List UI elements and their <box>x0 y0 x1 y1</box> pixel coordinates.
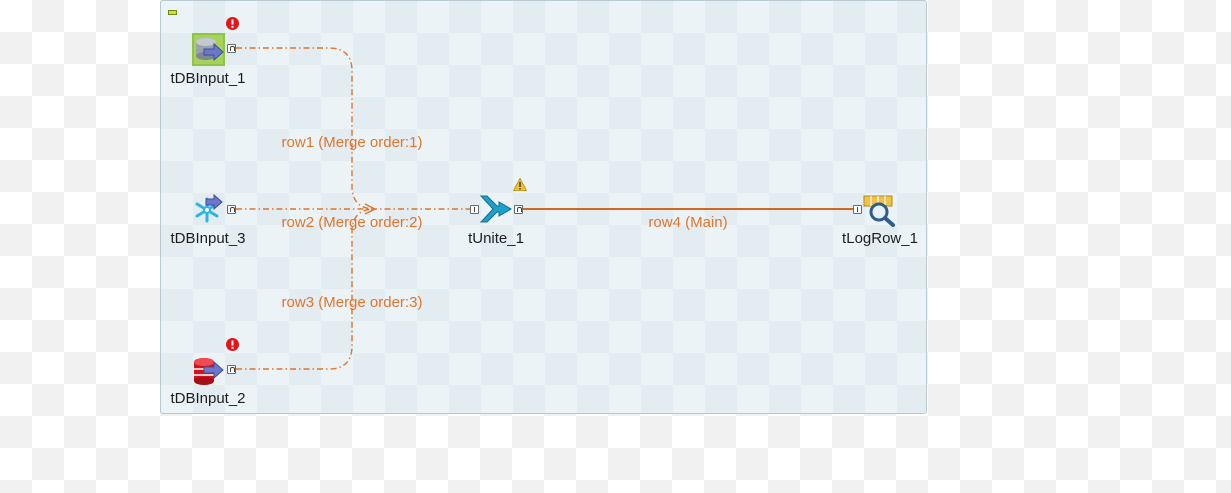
output-port-tdbinput-2[interactable] <box>227 365 236 374</box>
link-row1[interactable] <box>236 47 376 210</box>
component-tunite-1[interactable] <box>479 192 513 226</box>
error-icon <box>226 338 239 351</box>
error-icon <box>226 17 239 30</box>
output-port-tdbinput-3[interactable] <box>227 205 236 214</box>
output-port-tunite-1[interactable] <box>514 205 523 214</box>
component-tdbinput-1[interactable] <box>192 33 225 66</box>
connections-layer <box>236 47 853 370</box>
link-row3[interactable] <box>236 208 376 370</box>
link-label-row2[interactable]: row2 (Merge order:2) <box>282 214 423 231</box>
component-tdbinput-3[interactable] <box>192 193 225 226</box>
component-label: tLogRow_1 <box>842 230 918 247</box>
component-label: tUnite_1 <box>468 230 524 247</box>
input-port-tunite-1[interactable] <box>470 205 479 214</box>
component-label: tDBInput_2 <box>170 390 246 407</box>
job-design-canvas[interactable]: tDBInput_1 tDBInput_3 tDBInput_2 tUnite_… <box>160 0 927 414</box>
red-database-input-icon <box>194 358 224 385</box>
output-port-tdbinput-1[interactable] <box>227 44 236 53</box>
log-row-icon <box>863 195 895 227</box>
link-label-row3[interactable]: row3 (Merge order:3) <box>282 294 423 311</box>
link-label-row4[interactable]: row4 (Main) <box>648 214 727 231</box>
component-label: tDBInput_3 <box>170 230 246 247</box>
database-input-icon <box>192 33 225 66</box>
warning-icon <box>513 178 527 191</box>
component-label: tDBInput_1 <box>170 70 246 87</box>
snowflake-input-icon <box>195 193 223 223</box>
link-label-row1[interactable]: row1 (Merge order:1) <box>282 134 423 151</box>
input-port-tlogrow-1[interactable] <box>853 205 862 214</box>
component-tdbinput-2[interactable] <box>192 355 225 388</box>
component-tlogrow-1[interactable] <box>863 194 896 227</box>
unite-merge-icon <box>479 195 512 223</box>
